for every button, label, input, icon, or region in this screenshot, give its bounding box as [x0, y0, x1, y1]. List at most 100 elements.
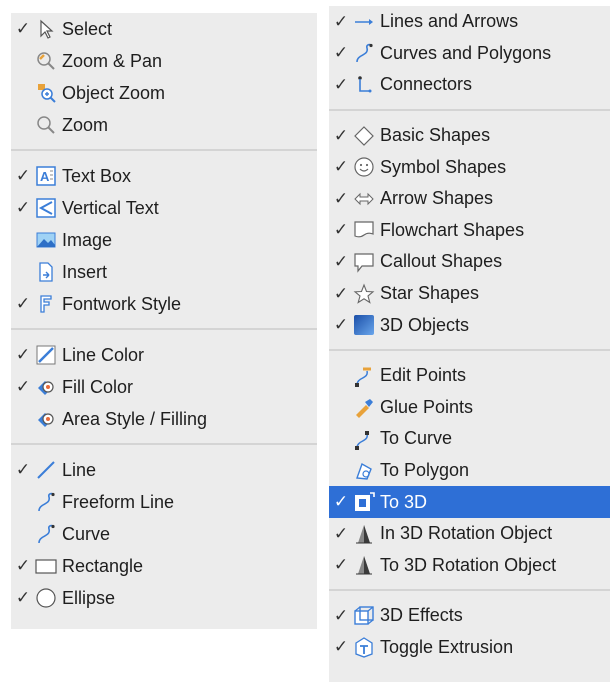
menu-item-label: To Curve [380, 428, 453, 449]
menu-item-label: Zoom [62, 114, 109, 135]
menu-item-label: Line [62, 459, 97, 480]
menu-item-label: Line Color [62, 344, 145, 365]
menu-item-object-zoom[interactable]: Object Zoom [11, 77, 317, 109]
checkmark-icon: ✓ [333, 125, 349, 145]
menu-item-zoom[interactable]: Zoom [11, 109, 317, 141]
menu-item-insert[interactable]: Insert [11, 256, 317, 288]
menu-item-symbol-shapes[interactable]: ✓ Symbol Shapes [329, 151, 610, 183]
menu-item-callout-shapes[interactable]: ✓ Callout Shapes [329, 246, 610, 278]
menu-item-to-3d[interactable]: ✓ To 3D [329, 486, 610, 518]
menu-item-label: Vertical Text [62, 197, 159, 218]
menu-item-label: Text Box [62, 165, 132, 186]
menu-item-label: Rectangle [62, 555, 144, 576]
menu-item-fill-color[interactable]: ✓ Fill Color [11, 371, 317, 403]
menu-item-line[interactable]: ✓ Line [11, 454, 317, 486]
menu-item-in-3d-rotation-object[interactable]: ✓ In 3D Rotation Object [329, 518, 610, 550]
object-zoom-icon [35, 82, 57, 104]
to-3d-icon [353, 491, 375, 513]
menu-item-label: To Polygon [380, 460, 470, 481]
line-color-icon [35, 344, 57, 366]
3d-effects-icon [353, 605, 375, 627]
menu-item-label: Connectors [380, 74, 473, 95]
menu-item-edit-points[interactable]: Edit Points [329, 360, 610, 392]
select-arrow-icon [35, 18, 57, 40]
checkmark-icon: ✓ [333, 220, 349, 240]
diamond-icon [353, 125, 375, 147]
menu-item-area-style-filling[interactable]: Area Style / Filling [11, 403, 317, 435]
checkmark-icon: ✓ [333, 492, 349, 512]
menu-item-curve[interactable]: Curve [11, 518, 317, 550]
menu-item-label: Ellipse [62, 587, 116, 608]
menu-item-to-curve[interactable]: To Curve [329, 423, 610, 455]
draw-toolbar-menu-right: ✓ Lines and Arrows ✓ Curves and Polygons ✓ Co… [329, 6, 610, 682]
checkmark-icon: ✓ [333, 555, 349, 575]
rectangle-icon [35, 555, 57, 577]
ellipse-icon [35, 587, 57, 609]
menu-item-to-polygon[interactable]: To Polygon [329, 455, 610, 487]
menu-item-label: Object Zoom [62, 82, 166, 103]
menu-item-label: Lines and Arrows [380, 11, 519, 32]
menu-item-3d-objects[interactable]: ✓ 3D Objects [329, 309, 610, 341]
menu-item-lines-and-arrows[interactable]: ✓ Lines and Arrows [329, 6, 610, 38]
menu-item-label: To 3D [380, 491, 428, 512]
insert-icon [35, 261, 57, 283]
menu-separator [11, 149, 317, 151]
flowchart-icon [353, 219, 375, 241]
zoom-icon [35, 114, 57, 136]
rotation-object-icon [353, 554, 375, 576]
line-arrow-icon [353, 11, 375, 33]
menu-item-ellipse[interactable]: ✓ Ellipse [11, 582, 317, 614]
menu-item-label: Curves and Polygons [380, 42, 552, 63]
callout-icon [353, 251, 375, 273]
menu-item-label: Callout Shapes [380, 251, 503, 272]
menu-item-label: Zoom & Pan [62, 50, 163, 71]
area-style-icon [35, 408, 57, 430]
menu-item-vertical-text[interactable]: ✓ Vertical Text [11, 192, 317, 224]
menu-item-label: Symbol Shapes [380, 156, 507, 177]
checkmark-icon: ✓ [333, 523, 349, 543]
rotation-object-icon [353, 523, 375, 545]
menu-item-select[interactable]: ✓ Select [11, 13, 317, 45]
menu-item-label: Toggle Extrusion [380, 636, 514, 657]
menu-item-fontwork-style[interactable]: ✓ Fontwork Style [11, 288, 317, 320]
checkmark-icon: ✓ [15, 345, 31, 364]
menu-item-connectors[interactable]: ✓ Connectors [329, 69, 610, 101]
checkmark-icon: ✓ [15, 166, 31, 185]
menu-item-basic-shapes[interactable]: ✓ Basic Shapes [329, 120, 610, 152]
to-curve-icon [353, 428, 375, 450]
menu-item-arrow-shapes[interactable]: ✓ Arrow Shapes [329, 183, 610, 215]
draw-toolbar-menu-left: ✓ Select Zoom & Pan Object Zoom Zoom ✓ A Text B… [11, 13, 317, 629]
menu-item-label: Basic Shapes [380, 125, 491, 146]
menu-item-label: Fill Color [62, 376, 134, 397]
menu-item-label: Flowchart Shapes [380, 219, 525, 240]
menu-item-image[interactable]: Image [11, 224, 317, 256]
menu-item-label: Edit Points [380, 365, 467, 386]
menu-separator [11, 328, 317, 330]
line-icon [35, 459, 57, 481]
menu-item-text-box[interactable]: ✓ A Text Box [11, 160, 317, 192]
checkmark-icon: ✓ [15, 556, 31, 575]
zoom-pan-icon [35, 50, 57, 72]
menu-item-zoom-pan[interactable]: Zoom & Pan [11, 45, 317, 77]
menu-item-toggle-extrusion[interactable]: ✓ Toggle Extrusion [329, 632, 610, 664]
vertical-text-icon [35, 197, 57, 219]
menu-item-line-color[interactable]: ✓ Line Color [11, 339, 317, 371]
menu-item-rectangle[interactable]: ✓ Rectangle [11, 550, 317, 582]
menu-item-glue-points[interactable]: Glue Points [329, 392, 610, 424]
menu-item-label: Fontwork Style [62, 293, 182, 314]
connector-icon [353, 74, 375, 96]
menu-item-star-shapes[interactable]: ✓ Star Shapes [329, 278, 610, 310]
menu-item-3d-effects[interactable]: ✓ 3D Effects [329, 600, 610, 632]
svg-text:A: A [40, 169, 50, 184]
curve-polygon-icon [353, 42, 375, 64]
menu-separator [329, 108, 610, 111]
menu-item-label: Select [62, 18, 113, 39]
extrusion-icon [353, 636, 375, 659]
menu-item-to-3d-rotation-object[interactable]: ✓ To 3D Rotation Object [329, 550, 610, 582]
menu-item-curves-and-polygons[interactable]: ✓ Curves and Polygons [329, 38, 610, 70]
menu-item-label: Freeform Line [62, 491, 175, 512]
checkmark-icon: ✓ [15, 588, 31, 607]
menu-item-freeform-line[interactable]: Freeform Line [11, 486, 317, 518]
fill-color-icon [35, 376, 57, 398]
menu-item-flowchart-shapes[interactable]: ✓ Flowchart Shapes [329, 215, 610, 247]
